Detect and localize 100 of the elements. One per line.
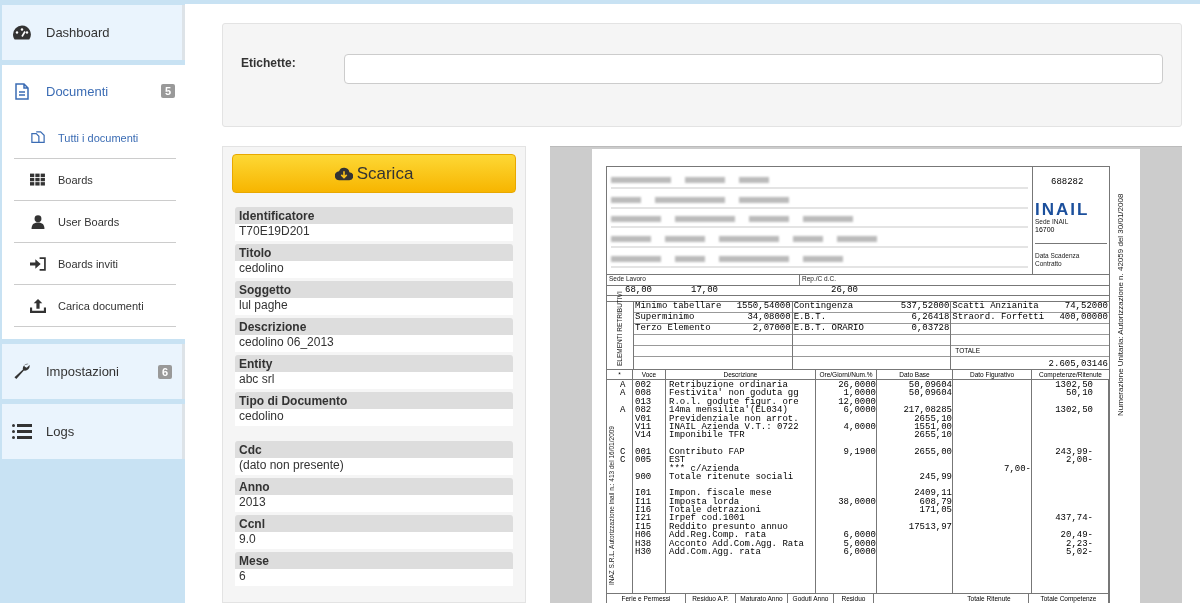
row-description: Festivita' non goduta gg	[669, 389, 799, 398]
sidebar-item[interactable]: Documenti 5	[2, 65, 185, 117]
submenu-item[interactable]: Boards inviti	[14, 243, 176, 285]
tags-label: Etichette:	[241, 56, 296, 70]
document-number: 688282	[1051, 177, 1085, 187]
figurative-value: 7,00-	[1004, 464, 1031, 473]
field-value: lul paghe	[235, 298, 513, 315]
cloud-download-icon	[334, 166, 353, 181]
row-description: Totale detrazioni	[669, 506, 761, 515]
submenu-item[interactable]: Boards	[14, 159, 176, 201]
voce-code: 900	[635, 472, 652, 482]
base-value: 50,09604	[908, 381, 952, 390]
voce-code: 005	[635, 456, 652, 465]
sidebar-item[interactable]: Dashboard	[2, 5, 182, 60]
sign-in-icon	[30, 256, 46, 271]
redacted-text	[675, 216, 735, 223]
inail-logo: INAIL	[1035, 201, 1091, 218]
redacted-text	[719, 236, 779, 243]
base-value: 2655,10	[914, 414, 952, 423]
side-note: Numerazione Unitaria: Autorizzazione n. 42059 del 30/01/2008	[1116, 193, 1125, 416]
row-description: Impon. fiscale mese	[669, 489, 772, 498]
field-value: 2013	[235, 495, 513, 512]
element-value: 74,52000	[1064, 302, 1108, 312]
row-description: Retribuzione ordinaria	[669, 381, 788, 390]
hours-value: 4,0000	[843, 422, 876, 432]
field-label: Soggetto	[235, 281, 513, 298]
redacted-text	[611, 236, 651, 243]
field-value: (dato non presente)	[235, 458, 513, 475]
row-description: EST	[669, 456, 686, 465]
hours-value: 26,0000	[838, 381, 876, 390]
amount-value: 437,74-	[1055, 514, 1093, 523]
hours-value: 38,0000	[838, 497, 876, 507]
field-label: Entity	[235, 355, 513, 372]
field-label: Descrizione	[235, 318, 513, 335]
hours-value: 26,00	[830, 286, 859, 295]
element-value: 400,00000	[1059, 313, 1108, 323]
redacted-text	[719, 256, 789, 263]
submenu-item[interactable]: Carica documenti	[14, 285, 176, 327]
submenu-item[interactable]: Tutti i documenti	[14, 117, 176, 159]
upload-icon	[30, 298, 46, 313]
download-button[interactable]: Scarica	[232, 154, 516, 193]
field-label: Tipo di Documento	[235, 392, 513, 409]
sidebar-item[interactable]: Impostazioni 6	[2, 344, 182, 399]
amount-value: 1302,50	[1055, 406, 1093, 415]
element-value: 1550,54000	[736, 302, 791, 312]
voce-code: 002	[635, 381, 652, 390]
hours-value: 12,0000	[838, 397, 876, 407]
document-icon	[12, 82, 32, 100]
voce-code: H06	[635, 531, 652, 540]
base-value: 245,99	[919, 472, 952, 482]
submenu-item[interactable]: User Boards	[14, 201, 176, 243]
voce-code: I11	[635, 497, 652, 507]
field-label: Identificatore	[235, 207, 513, 224]
amount-value: 2,00-	[1066, 456, 1093, 465]
redacted-text	[685, 176, 725, 183]
row-description: 14ma mensilita'(EL034)	[669, 406, 788, 415]
redacted-text	[739, 176, 769, 183]
base-value: 17513,97	[908, 522, 952, 532]
category-letter: A	[620, 406, 626, 415]
base-value: 217,08285	[903, 406, 952, 415]
tags-input-field[interactable]	[343, 54, 1163, 84]
base-value: 1551,00	[914, 422, 952, 432]
base-value: 2655,00	[914, 447, 952, 457]
voce-code: I16	[635, 506, 652, 515]
base-value: 2655,10	[914, 431, 952, 440]
count-badge: 6	[157, 364, 172, 379]
field-label: Mese	[235, 552, 513, 569]
base-value: 2409,11	[914, 489, 952, 498]
sidebar-item[interactable]: Logs	[2, 404, 182, 459]
redacted-text	[655, 196, 725, 203]
redacted-text	[837, 236, 877, 243]
element-name: Straord. Forfetti	[952, 313, 1045, 323]
voce-code: 082	[635, 406, 652, 415]
grid-icon	[30, 172, 46, 187]
hours-value: 6,0000	[843, 406, 876, 415]
category-letter: C	[620, 456, 626, 465]
redacted-text	[793, 236, 823, 243]
count-badge: 5	[160, 84, 175, 98]
voce-code: I15	[635, 522, 652, 532]
amount-value: 243,99-	[1055, 447, 1093, 457]
voce-code: 008	[635, 389, 652, 398]
element-name: Scatti Anzianita	[952, 302, 1039, 312]
base-value: 171,05	[919, 506, 952, 515]
voce-code: I21	[635, 514, 652, 523]
field-value: 9.0	[235, 532, 513, 549]
hours-value: 6,0000	[843, 531, 876, 540]
field-value: cedolino	[235, 409, 513, 426]
redacted-text	[611, 216, 661, 223]
voce-code: V11	[635, 422, 652, 432]
redacted-text	[611, 176, 671, 183]
redacted-text	[803, 256, 843, 263]
voce-code: H38	[635, 539, 652, 549]
hours-value: 17,00	[690, 286, 719, 295]
category-letter: C	[620, 447, 626, 457]
field-value: abc srl	[235, 372, 513, 389]
element-value: 537,52000	[900, 302, 950, 312]
amount-value: 50,10	[1066, 389, 1093, 398]
field-label: Titolo	[235, 244, 513, 261]
amount-value: 20,49-	[1060, 531, 1093, 540]
field-label: Ccnl	[235, 515, 513, 532]
